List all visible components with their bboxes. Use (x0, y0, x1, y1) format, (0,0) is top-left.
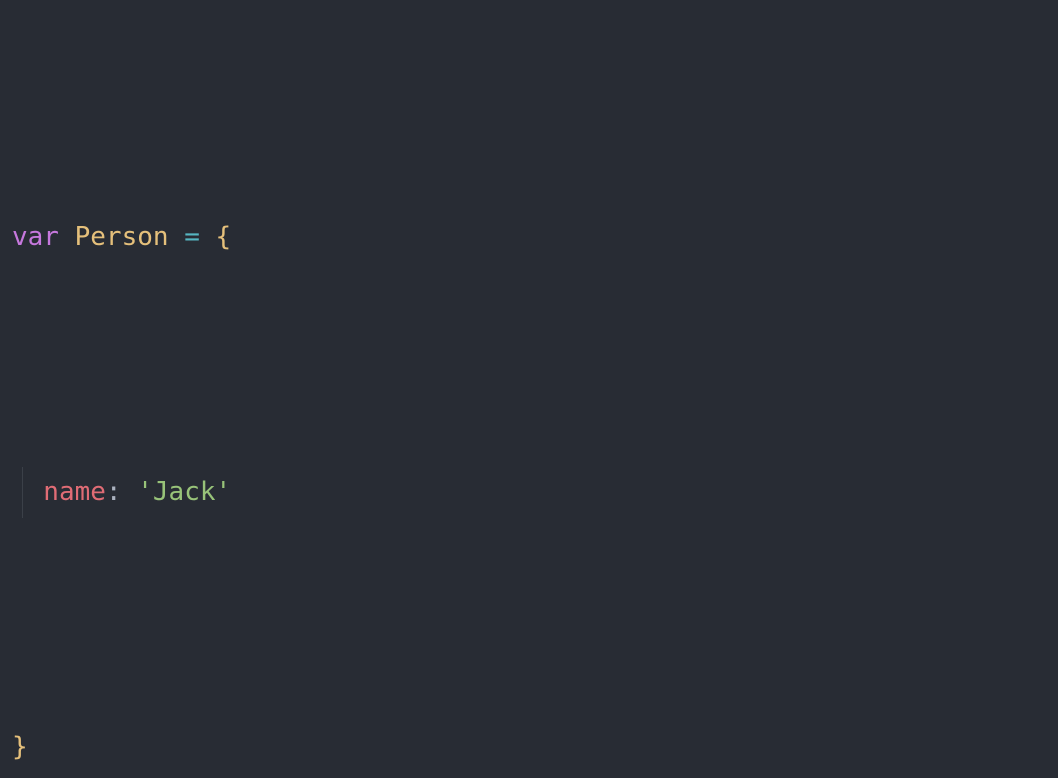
code-line[interactable]: } (8, 722, 1050, 773)
code-line[interactable]: name: 'Jack' (8, 467, 1050, 518)
keyword-var: var (12, 222, 59, 252)
identifier-person: Person (75, 222, 169, 252)
colon: : (106, 477, 122, 507)
brace-open: { (216, 222, 232, 252)
code-line[interactable]: var Person = { (8, 212, 1050, 263)
property-name: name (43, 477, 106, 507)
code-editor[interactable]: var Person = { name: 'Jack' } Object.pre… (0, 0, 1058, 778)
operator-equals: = (184, 222, 200, 252)
brace-close: } (12, 732, 28, 762)
string-literal: 'Jack' (137, 477, 231, 507)
